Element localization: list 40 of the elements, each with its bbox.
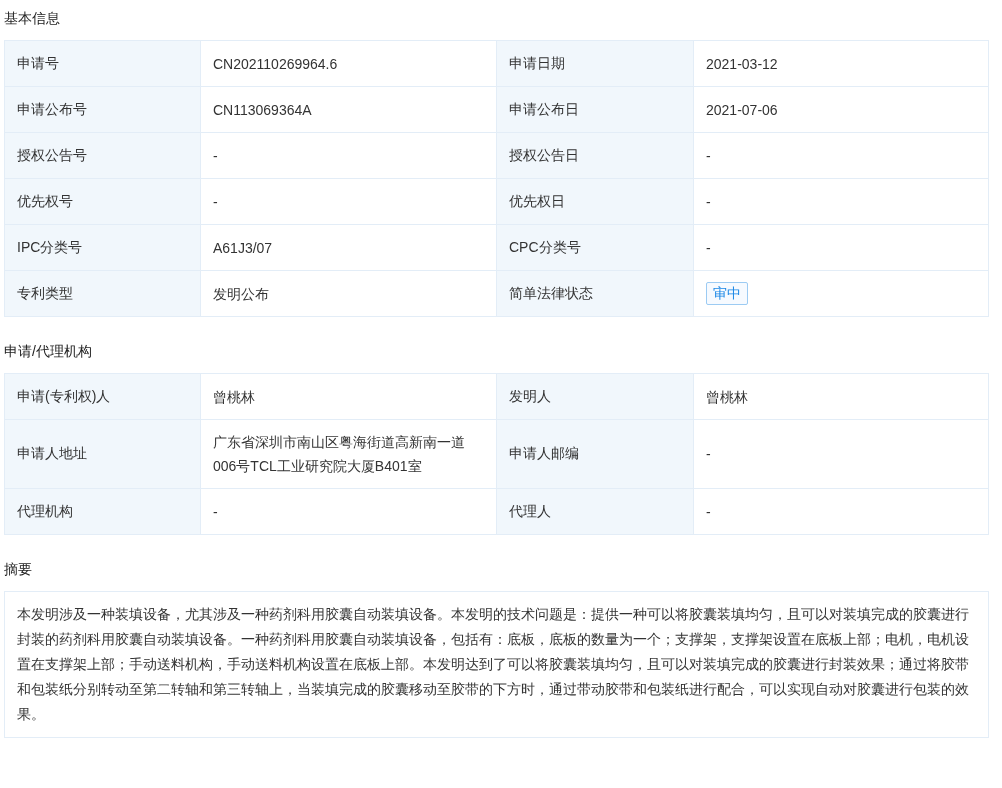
field-label: 代理人	[497, 489, 694, 535]
field-value: -	[201, 133, 497, 179]
section-title: 摘要	[4, 560, 33, 579]
field-label: 申请人邮编	[497, 420, 694, 489]
field-value: -	[694, 133, 989, 179]
field-value: 曾桃林	[201, 374, 497, 420]
field-value: -	[694, 179, 989, 225]
field-value: 曾桃林	[694, 374, 989, 420]
abstract-text: 本发明涉及一种装填设备，尤其涉及一种药剂科用胶囊自动装填设备。本发明的技术问题是：提供一种可以将胶囊装填均匀，且可以对装填完成的胶囊进行封装的药剂科用胶囊自动装填设备。一种药剂科用胶囊自动装填设备，包括有：底板，底板的数量为一个；支撑架，支撑架设置在底板上部；电机，电机设置在支撑架上部；手动送料机构，手动送料机构设置在底板上部。本发明达到了可以将胶囊装填均匀，且可以对装填完成的胶囊进行封装效果；通过将胶带和包装纸分别转动至第二转轴和第三转轴上，当装填完成的胶囊移动至胶带的下方时，通过带动胶带和包装纸进行配合，可以实现自动对胶囊进行包装的效果。	[4, 591, 989, 738]
field-value: 2021-07-06	[694, 87, 989, 133]
field-label: 授权公告日	[497, 133, 694, 179]
field-label: IPC分类号	[5, 225, 201, 271]
field-label: 申请人地址	[5, 420, 201, 489]
field-label: 简单法律状态	[497, 271, 694, 317]
field-label: 申请日期	[497, 41, 694, 87]
field-label: 申请(专利权)人	[5, 374, 201, 420]
section-title: 申请/代理机构	[4, 342, 93, 361]
field-label: 代理机构	[5, 489, 201, 535]
field-value: CN202110269964.6	[201, 41, 497, 87]
field-value: -	[694, 489, 989, 535]
field-label: 申请号	[5, 41, 201, 87]
field-value: -	[201, 179, 497, 225]
field-label: 申请公布日	[497, 87, 694, 133]
field-value: -	[694, 420, 989, 489]
field-label: 授权公告号	[5, 133, 201, 179]
section-title: 基本信息	[4, 9, 61, 28]
field-label: 发明人	[497, 374, 694, 420]
field-value: -	[694, 225, 989, 271]
field-label: 专利类型	[5, 271, 201, 317]
field-value: A61J3/07	[201, 225, 497, 271]
field-value: CN113069364A	[201, 87, 497, 133]
field-value: 2021-03-12	[694, 41, 989, 87]
field-label: CPC分类号	[497, 225, 694, 271]
field-label: 优先权号	[5, 179, 201, 225]
field-value: 广东省深圳市南山区粤海街道高新南一道006号TCL工业研究院大厦B401室	[201, 420, 497, 489]
field-value: 发明公布	[201, 271, 497, 317]
status-badge: 审中	[706, 282, 748, 305]
field-label: 优先权日	[497, 179, 694, 225]
field-label: 申请公布号	[5, 87, 201, 133]
field-value: -	[201, 489, 497, 535]
